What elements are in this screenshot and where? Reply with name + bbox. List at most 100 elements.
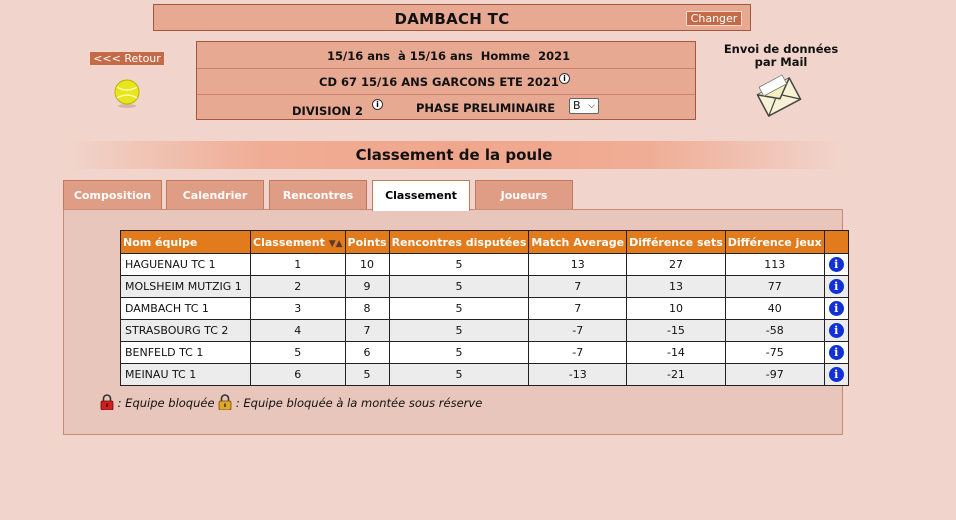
games-cell: 40 bbox=[724, 297, 825, 320]
tab-rencontres[interactable]: Rencontres bbox=[269, 180, 367, 209]
sets-cell: 27 bbox=[626, 253, 726, 276]
team-info-icon[interactable]: i bbox=[828, 345, 844, 360]
rank-cell: 1 bbox=[250, 253, 346, 276]
points-cell: 5 bbox=[344, 363, 390, 386]
back-button[interactable]: <<< Retour bbox=[89, 51, 165, 66]
team-info-icon[interactable]: i bbox=[828, 301, 844, 316]
section-header: Classement de la poule bbox=[64, 141, 844, 169]
info-cell: i bbox=[823, 341, 849, 364]
sets-cell: 10 bbox=[626, 297, 726, 320]
points-cell: 7 bbox=[344, 319, 390, 342]
envelope-icon[interactable] bbox=[756, 73, 802, 117]
change-club-button[interactable]: Changer bbox=[686, 11, 742, 26]
rank-cell: 3 bbox=[250, 297, 346, 320]
table-row: BENFELD TC 1 5 6 5 -7 -14 -75 i bbox=[120, 341, 849, 364]
tab-classement[interactable]: Classement bbox=[372, 180, 470, 211]
table-row: HAGUENAU TC 1 1 10 5 13 27 113 i bbox=[120, 253, 849, 276]
played-cell: 5 bbox=[388, 297, 530, 320]
sets-cell: -15 bbox=[626, 319, 726, 342]
club-name: DAMBACH TC bbox=[394, 10, 510, 28]
col-average-header[interactable]: Match Average bbox=[528, 230, 628, 254]
team-name: DAMBACH TC 1 bbox=[120, 297, 251, 320]
average-cell: 7 bbox=[528, 297, 628, 320]
ranking-table: Nom équipe Classement ▼▲ Points Rencontr… bbox=[120, 230, 849, 386]
rank-cell: 5 bbox=[250, 341, 346, 364]
games-cell: -97 bbox=[724, 363, 825, 386]
section-title: Classement de la poule bbox=[355, 146, 553, 164]
competition-name: CD 67 15/16 ANS GARCONS ETE 2021 bbox=[319, 75, 559, 89]
sets-cell: -14 bbox=[626, 341, 726, 364]
col-info-header bbox=[823, 230, 849, 254]
team-info-icon[interactable]: i bbox=[828, 323, 844, 338]
average-cell: -7 bbox=[528, 319, 628, 342]
tennis-ball-icon bbox=[114, 79, 140, 108]
info-cell: i bbox=[823, 275, 849, 298]
info-cell: i bbox=[823, 297, 849, 320]
team-info-icon[interactable]: i bbox=[828, 279, 844, 294]
table-row: MEINAU TC 1 6 5 5 -13 -21 -97 i bbox=[120, 363, 849, 386]
team-name: BENFELD TC 1 bbox=[120, 341, 251, 364]
average-cell: -13 bbox=[528, 363, 628, 386]
rank-cell: 6 bbox=[250, 363, 346, 386]
points-cell: 9 bbox=[344, 275, 390, 298]
games-cell: 77 bbox=[724, 275, 825, 298]
gold-lock-icon bbox=[218, 394, 232, 410]
competition-info: 15/16 ans à 15/16 ans Homme 2021 CD 67 1… bbox=[196, 41, 696, 120]
played-cell: 5 bbox=[388, 253, 530, 276]
club-bar: DAMBACH TC Changer bbox=[153, 4, 751, 31]
group-select[interactable]: B ⌵ bbox=[569, 98, 599, 114]
division-label: DIVISION 2 bbox=[292, 104, 363, 118]
average-cell: -7 bbox=[528, 341, 628, 364]
average-cell: 13 bbox=[528, 253, 628, 276]
red-lock-icon bbox=[100, 394, 114, 410]
table-row: STRASBOURG TC 2 4 7 5 -7 -15 -58 i bbox=[120, 319, 849, 342]
points-cell: 8 bbox=[344, 297, 390, 320]
tab-calendrier[interactable]: Calendrier bbox=[166, 180, 264, 209]
games-cell: 113 bbox=[724, 253, 825, 276]
team-info-icon[interactable]: i bbox=[828, 367, 844, 382]
phase-label: PHASE PRELIMINAIRE bbox=[416, 101, 556, 115]
info-cell: i bbox=[823, 253, 849, 276]
col-played-header[interactable]: Rencontres disputées bbox=[388, 230, 530, 254]
table-header-row: Nom équipe Classement ▼▲ Points Rencontr… bbox=[120, 230, 849, 254]
games-cell: -75 bbox=[724, 341, 825, 364]
rank-cell: 4 bbox=[250, 319, 346, 342]
table-row: MOLSHEIM MUTZIG 1 2 9 5 7 13 77 i bbox=[120, 275, 849, 298]
info-cell: i bbox=[823, 319, 849, 342]
tab-joueurs[interactable]: Joueurs bbox=[475, 180, 573, 209]
division-info-icon[interactable]: i bbox=[372, 99, 383, 110]
team-name: STRASBOURG TC 2 bbox=[120, 319, 251, 342]
mail-export-label[interactable]: Envoi de données par Mail bbox=[717, 43, 845, 69]
col-sets-header[interactable]: Différence sets bbox=[626, 230, 726, 254]
played-cell: 5 bbox=[388, 341, 530, 364]
team-info-icon[interactable]: i bbox=[828, 257, 844, 272]
points-cell: 6 bbox=[344, 341, 390, 364]
mail-label-line2: par Mail bbox=[754, 55, 808, 69]
sort-arrows-icon[interactable]: ▼▲ bbox=[329, 239, 343, 249]
team-name: MEINAU TC 1 bbox=[120, 363, 251, 386]
col-games-header[interactable]: Différence jeux bbox=[724, 230, 825, 254]
team-name: HAGUENAU TC 1 bbox=[120, 253, 251, 276]
col-team-header[interactable]: Nom équipe bbox=[120, 230, 251, 254]
legend: : Equipe bloquée : Equipe bloquée à la m… bbox=[100, 394, 482, 410]
col-rank-label: Classement bbox=[253, 235, 325, 249]
points-cell: 10 bbox=[344, 253, 390, 276]
tab-composition[interactable]: Composition bbox=[63, 180, 162, 209]
played-cell: 5 bbox=[388, 319, 530, 342]
team-name: MOLSHEIM MUTZIG 1 bbox=[120, 275, 251, 298]
legend-blocked-reserve-text: : Equipe bloquée à la montée sous réserv… bbox=[235, 396, 483, 410]
col-rank-header[interactable]: Classement ▼▲ bbox=[250, 230, 346, 254]
played-cell: 5 bbox=[388, 363, 530, 386]
group-select-value: B bbox=[573, 99, 581, 112]
average-cell: 7 bbox=[528, 275, 628, 298]
games-cell: -58 bbox=[724, 319, 825, 342]
competition-info-icon[interactable]: i bbox=[559, 73, 570, 84]
played-cell: 5 bbox=[388, 275, 530, 298]
table-row: DAMBACH TC 1 3 8 5 7 10 40 i bbox=[120, 297, 849, 320]
info-cell: i bbox=[823, 363, 849, 386]
sets-cell: 13 bbox=[626, 275, 726, 298]
sets-cell: -21 bbox=[626, 363, 726, 386]
legend-blocked-text: : Equipe bloquée bbox=[117, 396, 215, 410]
age-category: 15/16 ans à 15/16 ans Homme 2021 bbox=[327, 49, 571, 63]
col-points-header[interactable]: Points bbox=[344, 230, 390, 254]
